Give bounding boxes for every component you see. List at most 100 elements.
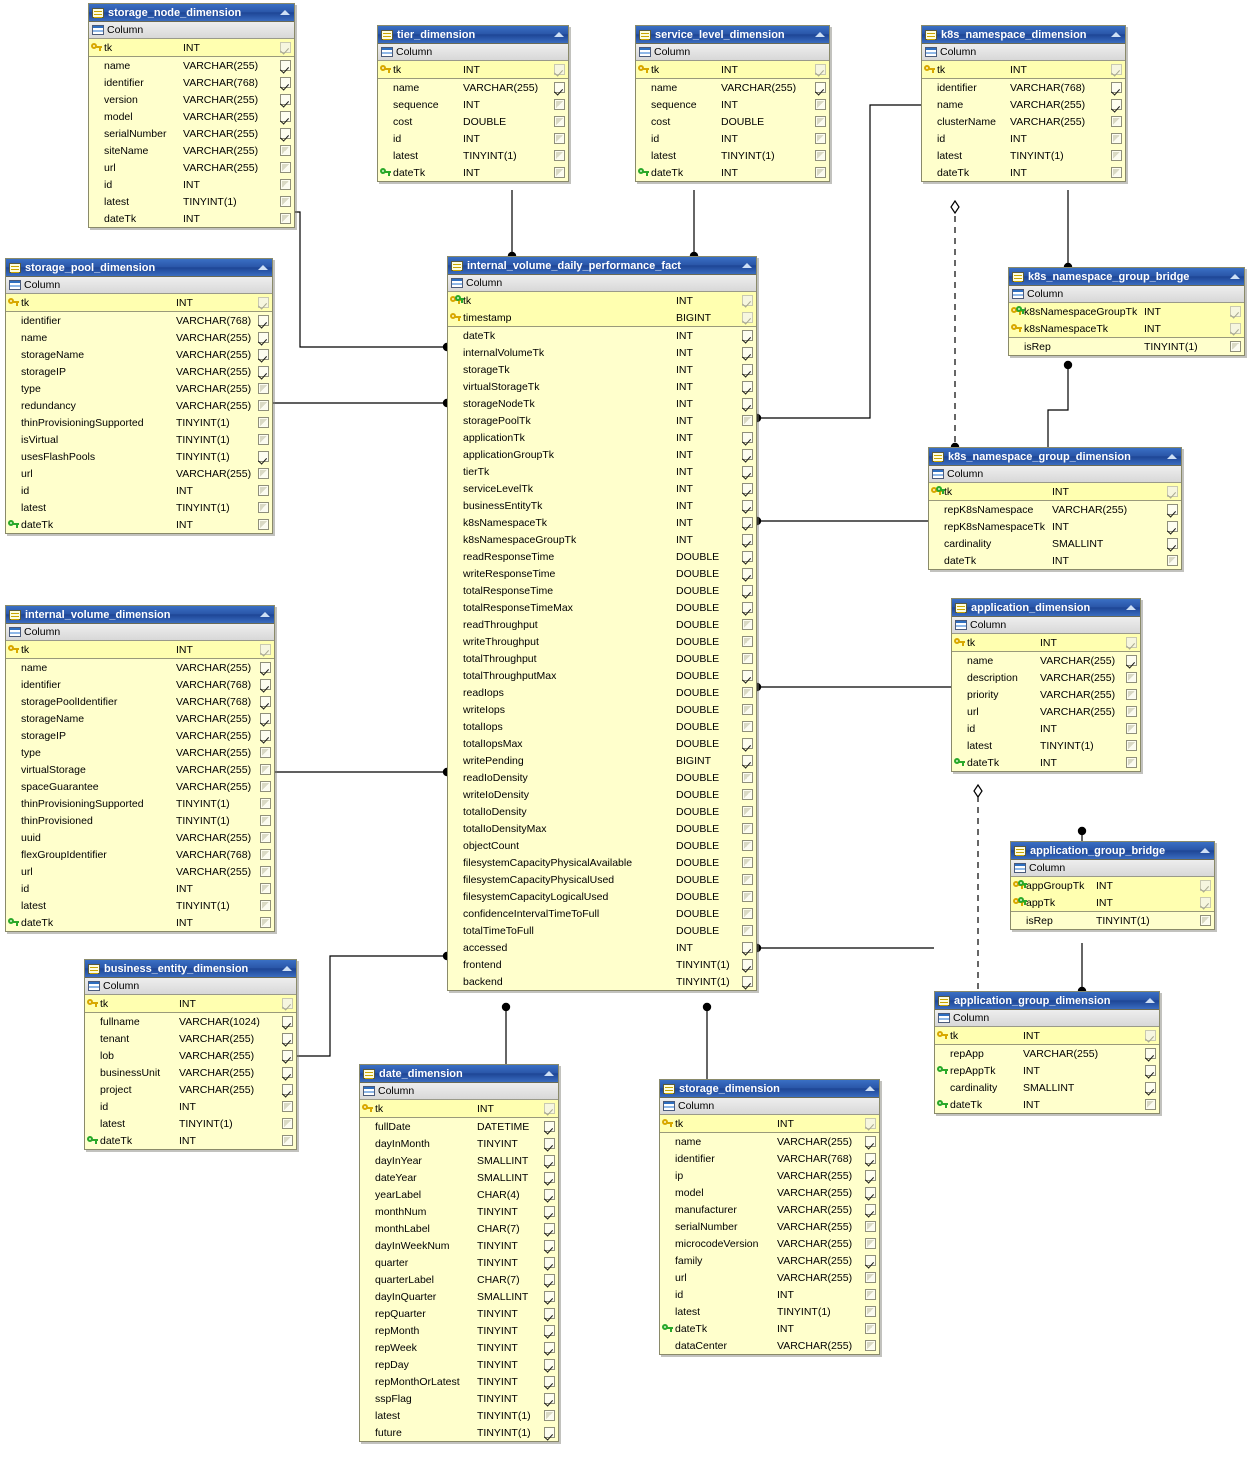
table-column-row[interactable]: latest TINYINT(1): [378, 147, 568, 164]
table-column-row[interactable]: totalIops DOUBLE: [448, 718, 756, 735]
collapse-chevron-up-icon[interactable]: [1109, 29, 1122, 40]
table-column-row[interactable]: redundancy VARCHAR(255): [6, 397, 272, 414]
column-group-header[interactable]: Column: [636, 44, 829, 61]
table-column-row[interactable]: dayInQuarter SMALLINT: [360, 1288, 558, 1305]
column-checkbox[interactable]: [865, 1170, 876, 1181]
table-column-row[interactable]: virtualStorageTk INT: [448, 378, 756, 395]
table-header[interactable]: storage_pool_dimension: [6, 259, 272, 277]
table-column-row[interactable]: uuid VARCHAR(255): [6, 829, 274, 846]
column-checkbox[interactable]: [742, 925, 753, 936]
table-column-row[interactable]: type VARCHAR(255): [6, 380, 272, 397]
table-column-row[interactable]: tk INT: [922, 61, 1125, 78]
table-column-row[interactable]: id INT: [89, 176, 294, 193]
column-checkbox[interactable]: [280, 162, 291, 173]
column-checkbox[interactable]: [260, 815, 271, 826]
table-column-row[interactable]: sequence INT: [378, 96, 568, 113]
column-checkbox[interactable]: [1200, 897, 1211, 908]
column-checkbox[interactable]: [742, 704, 753, 715]
column-checkbox[interactable]: [742, 670, 753, 681]
column-checkbox[interactable]: [280, 145, 291, 156]
table-column-row[interactable]: storageIP VARCHAR(255): [6, 363, 272, 380]
table-column-row[interactable]: dateTk INT: [636, 164, 829, 181]
column-checkbox[interactable]: [1145, 1082, 1156, 1093]
table-column-row[interactable]: repDay TINYINT: [360, 1356, 558, 1373]
column-checkbox[interactable]: [1167, 521, 1178, 532]
collapse-chevron-up-icon[interactable]: [1124, 602, 1137, 613]
table-column-row[interactable]: confidenceIntervalTimeToFull DOUBLE: [448, 905, 756, 922]
collapse-chevron-up-icon[interactable]: [1143, 995, 1156, 1006]
column-checkbox[interactable]: [544, 1427, 555, 1438]
collapse-chevron-up-icon[interactable]: [863, 1083, 876, 1094]
table-header[interactable]: application_group_dimension: [935, 992, 1159, 1010]
column-checkbox[interactable]: [544, 1138, 555, 1149]
table-column-row[interactable]: storageTk INT: [448, 361, 756, 378]
column-checkbox[interactable]: [258, 451, 269, 462]
table-column-row[interactable]: thinProvisioningSupported TINYINT(1): [6, 795, 274, 812]
table-column-row[interactable]: filesystemCapacityPhysicalAvailable DOUBL…: [448, 854, 756, 871]
table-column-row[interactable]: isRep TINYINT(1): [1011, 912, 1214, 929]
column-checkbox[interactable]: [742, 449, 753, 460]
column-checkbox[interactable]: [258, 297, 269, 308]
table-column-row[interactable]: totalIoDensityMax DOUBLE: [448, 820, 756, 837]
table-column-row[interactable]: id INT: [922, 130, 1125, 147]
table-column-row[interactable]: cost DOUBLE: [378, 113, 568, 130]
column-checkbox[interactable]: [742, 364, 753, 375]
collapse-chevron-up-icon[interactable]: [278, 7, 291, 18]
column-checkbox[interactable]: [742, 874, 753, 885]
table-column-row[interactable]: id INT: [6, 482, 272, 499]
table-column-row[interactable]: serialNumber VARCHAR(255): [660, 1218, 879, 1235]
table-column-row[interactable]: isRep TINYINT(1): [1009, 338, 1244, 355]
table-column-row[interactable]: latest TINYINT(1): [922, 147, 1125, 164]
column-checkbox[interactable]: [260, 849, 271, 860]
column-checkbox[interactable]: [742, 755, 753, 766]
column-group-header[interactable]: Column: [360, 1083, 558, 1100]
table-column-row[interactable]: type VARCHAR(255): [6, 744, 274, 761]
column-checkbox[interactable]: [742, 687, 753, 698]
table-column-row[interactable]: k8sNamespaceTk INT: [1009, 320, 1244, 337]
table-storage_pool_dimension[interactable]: storage_pool_dimension Column tk INT identif…: [5, 258, 273, 534]
table-column-row[interactable]: latest TINYINT(1): [952, 737, 1140, 754]
column-checkbox[interactable]: [1145, 1099, 1156, 1110]
table-column-row[interactable]: storageNodeTk INT: [448, 395, 756, 412]
table-header[interactable]: storage_node_dimension: [89, 4, 294, 22]
table-column-row[interactable]: filesystemCapacityLogicalUsed DOUBLE: [448, 888, 756, 905]
table-column-row[interactable]: readResponseTime DOUBLE: [448, 548, 756, 565]
column-checkbox[interactable]: [742, 976, 753, 987]
table-header[interactable]: application_group_bridge: [1011, 842, 1214, 860]
column-group-header[interactable]: Column: [929, 466, 1181, 483]
column-group-header[interactable]: Column: [378, 44, 568, 61]
table-column-row[interactable]: name VARCHAR(255): [6, 659, 274, 676]
table-column-row[interactable]: name VARCHAR(255): [660, 1133, 879, 1150]
column-checkbox[interactable]: [742, 738, 753, 749]
column-checkbox[interactable]: [258, 417, 269, 428]
table-column-row[interactable]: id INT: [6, 880, 274, 897]
table-column-row[interactable]: id INT: [378, 130, 568, 147]
column-checkbox[interactable]: [742, 551, 753, 562]
column-group-header[interactable]: Column: [6, 624, 274, 641]
column-checkbox[interactable]: [865, 1238, 876, 1249]
column-checkbox[interactable]: [282, 1101, 293, 1112]
table-column-row[interactable]: sequence INT: [636, 96, 829, 113]
column-checkbox[interactable]: [260, 781, 271, 792]
column-group-header[interactable]: Column: [660, 1098, 879, 1115]
table-column-row[interactable]: lob VARCHAR(255): [85, 1047, 296, 1064]
table-column-row[interactable]: storageIP VARCHAR(255): [6, 727, 274, 744]
table-column-row[interactable]: latest TINYINT(1): [89, 193, 294, 210]
column-checkbox[interactable]: [280, 196, 291, 207]
column-checkbox[interactable]: [865, 1136, 876, 1147]
column-checkbox[interactable]: [282, 1135, 293, 1146]
table-column-row[interactable]: url VARCHAR(255): [6, 863, 274, 880]
column-checkbox[interactable]: [282, 1084, 293, 1095]
table-column-row[interactable]: id INT: [636, 130, 829, 147]
table-column-row[interactable]: tk INT: [6, 641, 274, 658]
table-column-row[interactable]: future TINYINT(1): [360, 1424, 558, 1441]
column-checkbox[interactable]: [815, 133, 826, 144]
collapse-chevron-up-icon[interactable]: [740, 260, 753, 271]
column-checkbox[interactable]: [742, 466, 753, 477]
table-column-row[interactable]: dateYear SMALLINT: [360, 1169, 558, 1186]
column-checkbox[interactable]: [260, 917, 271, 928]
column-checkbox[interactable]: [865, 1289, 876, 1300]
column-group-header[interactable]: Column: [448, 275, 756, 292]
column-checkbox[interactable]: [865, 1153, 876, 1164]
collapse-chevron-up-icon[interactable]: [280, 963, 293, 974]
